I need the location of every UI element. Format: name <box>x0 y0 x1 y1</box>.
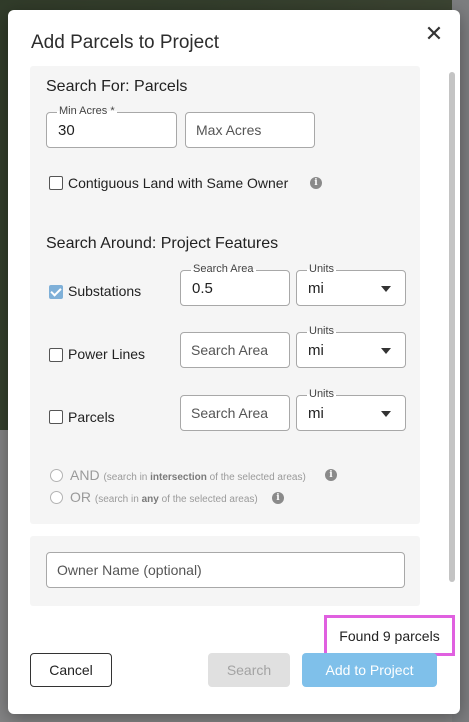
cancel-button[interactable]: Cancel <box>30 653 112 687</box>
or-radio[interactable] <box>50 491 63 504</box>
found-parcels-status: Found 9 parcels <box>324 615 455 656</box>
or-hint-bold: any <box>141 494 159 505</box>
power-lines-label: Power Lines <box>68 346 146 362</box>
substations-units-label: Units <box>307 263 337 275</box>
parcels-units-label: Units <box>307 388 337 400</box>
dialog-title: Add Parcels to Project <box>31 32 219 53</box>
parcels-checkbox[interactable] <box>49 410 63 424</box>
and-option: AND (search in intersection of the selec… <box>70 467 306 483</box>
substations-search-area-label: Search Area <box>191 263 256 275</box>
substations-search-area-field[interactable]: Search Area 0.5 <box>180 263 290 306</box>
max-acres-placeholder: Max Acres <box>196 122 262 138</box>
substations-search-area-value: 0.5 <box>192 280 213 297</box>
power-lines-units-value: mi <box>308 342 324 359</box>
power-lines-search-area-field[interactable]: Search Area <box>180 332 290 368</box>
contiguous-checkbox[interactable] <box>49 176 63 190</box>
power-lines-checkbox[interactable] <box>49 348 63 362</box>
or-info-icon[interactable]: i <box>272 492 284 504</box>
max-acres-field[interactable]: Max Acres <box>185 112 315 148</box>
substations-label: Substations <box>68 283 142 299</box>
owner-name-field[interactable]: Owner Name (optional) <box>46 552 405 588</box>
search-button[interactable]: Search <box>208 653 290 687</box>
min-acres-field[interactable]: Min Acres * 30 <box>46 105 177 148</box>
parcels-search-area-placeholder: Search Area <box>191 405 269 421</box>
or-hint-post: of the selected areas) <box>158 494 258 505</box>
parcels-units-select[interactable]: Units mi <box>296 388 406 431</box>
owner-name-placeholder: Owner Name (optional) <box>57 562 202 578</box>
power-lines-units-label: Units <box>307 325 337 337</box>
substations-units-value: mi <box>308 280 324 297</box>
power-lines-search-area-placeholder: Search Area <box>191 342 269 358</box>
or-hint-pre: (search in <box>94 494 142 505</box>
parcels-label: Parcels <box>68 409 115 425</box>
chevron-down-icon <box>381 411 391 417</box>
and-hint-pre: (search in <box>103 472 151 483</box>
contiguous-label: Contiguous Land with Same Owner <box>68 175 289 191</box>
min-acres-value: 30 <box>58 122 75 139</box>
and-radio[interactable] <box>50 469 63 482</box>
or-option: OR (search in any of the selected areas) <box>70 489 258 505</box>
substations-units-select[interactable]: Units mi <box>296 263 406 306</box>
min-acres-label: Min Acres * <box>57 105 117 117</box>
and-label: AND <box>70 467 100 483</box>
power-lines-units-select[interactable]: Units mi <box>296 325 406 368</box>
search-for-title: Search For: Parcels <box>46 78 188 95</box>
dialog-scroll-area[interactable]: Search For: Parcels Min Acres * 30 Max A… <box>22 66 450 606</box>
and-hint-bold: intersection <box>150 472 207 483</box>
contiguous-info-icon[interactable]: i <box>310 177 322 189</box>
search-around-section: Search Around: Project Features Substati… <box>30 223 420 524</box>
parcels-search-area-field[interactable]: Search Area <box>180 395 290 431</box>
or-label: OR <box>70 489 91 505</box>
add-to-project-button[interactable]: Add to Project <box>302 653 437 687</box>
and-info-icon[interactable]: i <box>325 469 337 481</box>
dialog-scrollbar[interactable] <box>449 72 455 582</box>
search-for-section: Search For: Parcels Min Acres * 30 Max A… <box>30 66 420 238</box>
owner-section: Owner Name (optional) <box>30 536 420 606</box>
close-icon[interactable]: ✕ <box>422 21 446 46</box>
parcels-units-value: mi <box>308 405 324 422</box>
substations-checkbox[interactable] <box>49 285 63 299</box>
search-around-title: Search Around: Project Features <box>46 235 279 252</box>
chevron-down-icon <box>381 348 391 354</box>
add-parcels-dialog: Add Parcels to Project ✕ Search For: Par… <box>8 10 460 714</box>
and-hint-post: of the selected areas) <box>206 472 306 483</box>
chevron-down-icon <box>381 286 391 292</box>
